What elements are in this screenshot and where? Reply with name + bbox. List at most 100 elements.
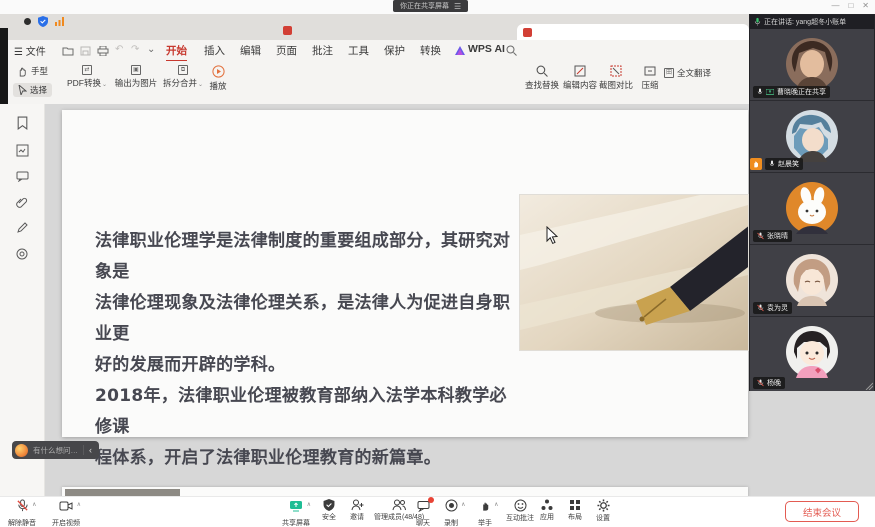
pdf-file-icon <box>523 28 532 37</box>
close-button[interactable]: ✕ <box>862 1 869 11</box>
avatar <box>786 38 838 90</box>
participant-name-badge: 袁为灵 <box>753 302 792 314</box>
thumbnails-icon[interactable] <box>16 144 29 157</box>
search-icon[interactable] <box>506 45 517 56</box>
pdf-convert-icon: ⇄ <box>82 65 92 75</box>
chat-button[interactable]: 聊天 <box>416 499 430 527</box>
resize-handle[interactable] <box>864 381 873 390</box>
participant-name-badge: 赵晨笑 <box>765 158 803 170</box>
tab-tools[interactable]: 工具 <box>348 43 369 58</box>
participant-tile[interactable]: 张晓晴 <box>750 173 874 245</box>
tab-wps-ai[interactable]: WPS AI <box>468 43 505 55</box>
play-button[interactable]: 播放 <box>204 65 232 92</box>
gear-icon <box>597 499 610 512</box>
raise-hand-button[interactable]: ∧ 举手 <box>478 499 492 527</box>
page-text: 法律职业伦理学是法律制度的重要组成部分，其研究对象是 法律伦理现象及法律伦理关系… <box>95 226 513 474</box>
pen-photo <box>520 195 748 350</box>
mic-icon <box>769 160 775 168</box>
participant-tile[interactable]: 袁为灵 <box>750 245 874 317</box>
stamp-icon[interactable] <box>16 248 28 260</box>
screen: — □ ✕ 你正在共享屏幕 ☰ ☰ 文件 ↶ ↷ ⌄ 开 <box>0 0 875 527</box>
sharing-screen-icon <box>766 89 774 96</box>
participant-tile[interactable]: 杨晚 <box>750 317 874 391</box>
ai-assistant-pill[interactable]: 有什么想问… ‹ <box>12 441 99 459</box>
edit-content-button[interactable]: 编辑内容 <box>560 65 600 91</box>
desktop-edge <box>0 28 8 104</box>
tab-convert[interactable]: 转换 <box>420 43 441 58</box>
attachment-icon[interactable] <box>16 196 28 208</box>
start-video-button[interactable]: ∧ 开启视频 <box>52 499 80 527</box>
print-icon[interactable] <box>97 46 109 56</box>
wps-ai-logo-icon <box>455 46 465 55</box>
play-icon <box>212 65 225 78</box>
interactive-annotation-button[interactable]: 互动批注 <box>506 499 534 523</box>
menubar: ☰ 文件 ↶ ↷ ⌄ 开始 插入 编辑 页面 批注 工具 保护 转换 WPS A… <box>0 40 875 61</box>
cursor-select-icon <box>18 85 27 95</box>
text-line: 2018年，法律职业伦理被教育部纳入法学本科教学必修课 <box>95 381 513 443</box>
settings-button[interactable]: 设置 <box>596 499 610 523</box>
find-replace-button[interactable]: 查找替换 <box>522 65 562 91</box>
smiley-icon <box>514 499 527 512</box>
chat-unread-badge <box>428 497 434 503</box>
open-icon[interactable] <box>62 46 74 56</box>
share-screen-icon <box>289 500 303 512</box>
mouse-cursor <box>546 226 559 245</box>
edit-pen-icon <box>574 65 586 77</box>
hand-tool-button[interactable]: 手型 <box>17 65 48 77</box>
screen-share-banner[interactable]: 你正在共享屏幕 ☰ <box>393 0 468 12</box>
avatar <box>786 110 838 162</box>
layout-button[interactable]: 布局 <box>568 499 582 522</box>
unmute-button[interactable]: ∧ 解除静音 <box>8 499 36 527</box>
apps-button[interactable]: 应用 <box>540 499 554 522</box>
export-image-icon: ▣ <box>131 65 141 75</box>
redo-icon[interactable]: ↷ <box>131 44 139 55</box>
layout-grid-icon <box>569 499 581 511</box>
save-icon[interactable] <box>80 46 91 56</box>
participant-name-badge: 张晓晴 <box>753 230 792 242</box>
participant-tile[interactable]: 赵晨笑 <box>750 101 874 173</box>
muted-mic-icon <box>757 379 764 387</box>
compress-button[interactable]: 压缩 <box>636 65 664 91</box>
record-icon <box>445 499 458 512</box>
tab-home[interactable]: 开始 <box>166 43 187 58</box>
invite-button[interactable]: 邀请 <box>350 499 364 522</box>
export-image-button[interactable]: ▣ 输出为图片 <box>112 65 160 89</box>
screenshot-compare-button[interactable]: 截图对比 <box>596 65 636 91</box>
minimize-button[interactable]: — <box>831 1 839 11</box>
record-button[interactable]: ∧ 录制 <box>444 499 458 527</box>
maximize-button[interactable]: □ <box>848 1 853 11</box>
chevron-down-icon[interactable]: ⌄ <box>147 44 155 55</box>
pdf-convert-button[interactable]: ⇄ PDF转换⌄ <box>64 65 110 89</box>
shield-icon <box>323 499 335 511</box>
comment-icon[interactable] <box>16 171 29 182</box>
text-line: 法律伦理现象及法律伦理关系，是法律人为促进自身职业更 <box>95 288 513 350</box>
end-meeting-button[interactable]: 结束会议 <box>785 501 859 522</box>
speaking-text: 正在讲话: yang超冬小账单 <box>764 17 846 27</box>
bookmark-icon[interactable] <box>16 116 29 130</box>
file-menu-button[interactable]: ☰ 文件 <box>14 43 46 58</box>
tab-protect[interactable]: 保护 <box>384 43 405 58</box>
meeting-panel[interactable]: 正在讲话: yang超冬小账单 曹晓晚正在共享 <box>749 14 875 391</box>
share-screen-button[interactable]: ∧ 共享屏幕 <box>282 499 310 527</box>
tab-edit[interactable]: 编辑 <box>240 43 261 58</box>
text-line: 程体系，开启了法律职业伦理教育的新篇章。 <box>95 443 513 474</box>
pdf-page[interactable]: 法律职业伦理学是法律制度的重要组成部分，其研究对象是 法律伦理现象及法律伦理关系… <box>62 110 748 437</box>
speaking-banner: 正在讲话: yang超冬小账单 <box>750 15 874 29</box>
annotate-pen-icon[interactable] <box>16 222 28 234</box>
chat-icon <box>417 500 430 512</box>
tab-page[interactable]: 页面 <box>276 43 297 58</box>
split-merge-button[interactable]: ⧉ 拆分合并⌄ <box>160 65 206 89</box>
participant-tile[interactable]: 曹晓晚正在共享 <box>750 29 874 101</box>
ai-logo-icon <box>15 444 28 457</box>
collapse-chevron-icon[interactable]: ‹ <box>83 445 92 455</box>
translate-full-button[interactable]: 田 全文翻译 <box>664 67 711 79</box>
document-tab[interactable] <box>517 24 749 40</box>
tab-insert[interactable]: 插入 <box>204 43 225 58</box>
share-menu-icon[interactable]: ☰ <box>454 2 461 11</box>
select-tool-button[interactable]: 选择 <box>13 83 52 97</box>
undo-icon[interactable]: ↶ <box>115 44 123 55</box>
left-sidebar <box>0 104 45 497</box>
tab-annotate[interactable]: 批注 <box>312 43 333 58</box>
translate-icon: 田 <box>664 68 674 78</box>
security-button[interactable]: 安全 <box>322 499 336 522</box>
